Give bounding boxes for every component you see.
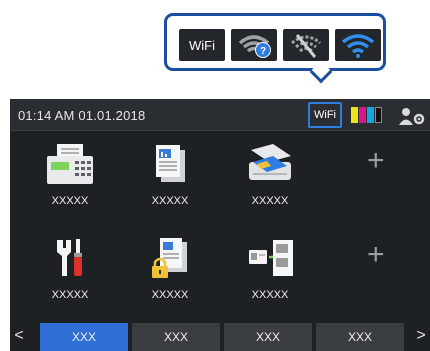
wifi-disabled-icon bbox=[283, 29, 329, 61]
datetime: 01:14 AM 01.01.2018 bbox=[18, 108, 146, 123]
ink-black bbox=[375, 107, 382, 123]
tab-1[interactable]: XXX bbox=[40, 323, 128, 351]
prev-page-button[interactable]: < bbox=[10, 321, 28, 351]
tile-label: XXXXX bbox=[151, 195, 189, 207]
wifi-label-icon: WiFi bbox=[179, 29, 225, 61]
tile-secure-print[interactable]: XXXXX bbox=[120, 226, 220, 314]
next-page-button[interactable]: > bbox=[412, 321, 430, 351]
tab-4[interactable]: XXX bbox=[316, 323, 404, 351]
tile-copy[interactable]: XXXXX bbox=[120, 132, 220, 220]
status-bar: 01:14 AM 01.01.2018 WiFi bbox=[10, 99, 430, 131]
tools-icon bbox=[57, 239, 82, 276]
tile-settings[interactable]: XXXXX bbox=[20, 226, 120, 314]
tile-label: XXXXX bbox=[51, 289, 89, 301]
bottom-nav: < XXX XXX XXX XXX > bbox=[10, 321, 430, 351]
tile-label: XXXXX bbox=[51, 195, 89, 207]
svg-text:?: ? bbox=[260, 46, 266, 57]
tile-label: XXXXX bbox=[151, 289, 189, 301]
secure-print-icon bbox=[152, 238, 187, 278]
wifi-unknown-icon: ? bbox=[231, 29, 277, 61]
tile-scan[interactable]: XXXXX bbox=[220, 132, 320, 220]
wifi-connected-icon bbox=[335, 29, 381, 61]
ink-levels[interactable] bbox=[351, 107, 383, 123]
legend-wifi-label: WiFi bbox=[189, 37, 215, 53]
ink-cyan bbox=[367, 107, 374, 123]
tile-label: XXXXX bbox=[251, 195, 289, 207]
tab-3[interactable]: XXX bbox=[224, 323, 312, 351]
wifi-status-button[interactable]: WiFi bbox=[308, 102, 342, 128]
user-settings-icon[interactable] bbox=[397, 106, 427, 126]
wifi-status-legend: WiFi ? bbox=[164, 13, 386, 71]
ink-magenta bbox=[359, 107, 366, 123]
tab-2[interactable]: XXX bbox=[132, 323, 220, 351]
document-icon bbox=[156, 145, 185, 182]
add-shortcut-button-2[interactable]: + bbox=[367, 238, 385, 272]
tile-card-copy[interactable]: XXXXX bbox=[220, 226, 320, 314]
scanner-icon bbox=[249, 144, 291, 180]
tile-fax[interactable]: XXXXX bbox=[20, 132, 120, 220]
add-shortcut-button-1[interactable]: + bbox=[367, 144, 385, 178]
wifi-status-label: WiFi bbox=[314, 109, 336, 121]
tile-label: XXXXX bbox=[251, 289, 289, 301]
printer-screen: 01:14 AM 01.01.2018 WiFi XXXXX XXXXX XXX… bbox=[10, 99, 430, 351]
ink-yellow bbox=[351, 107, 358, 123]
fax-icon bbox=[47, 144, 93, 184]
card-copy-icon bbox=[249, 240, 293, 276]
